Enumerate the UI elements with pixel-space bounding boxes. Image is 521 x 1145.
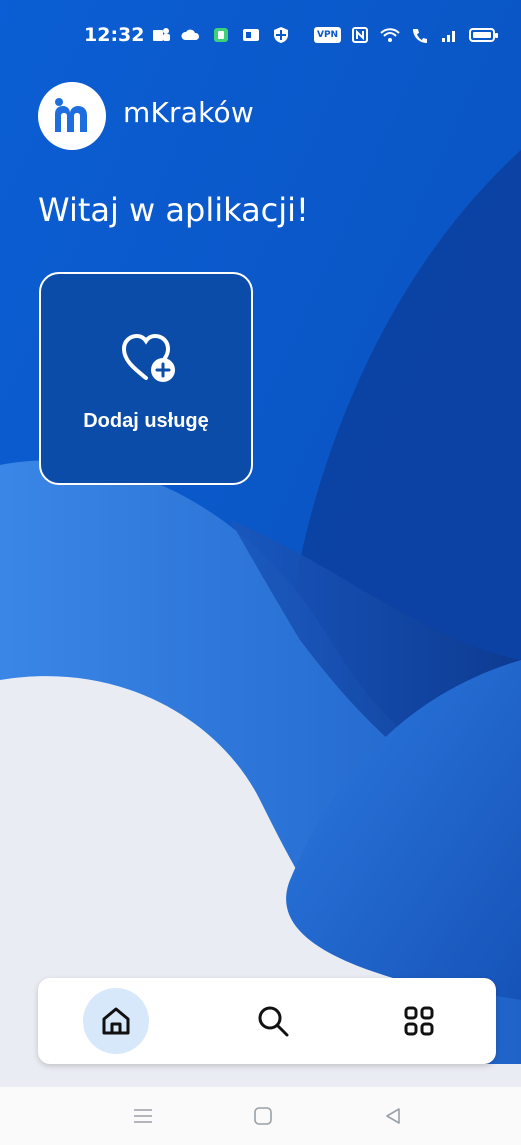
status-notification-icons: [150, 25, 292, 45]
background-waves: [0, 0, 521, 1145]
wifi-icon: [380, 28, 400, 42]
app-screen: 12:32 VPN mKraków Witaj w aplikacji! Dod…: [0, 0, 521, 1145]
app-green-icon: [214, 28, 228, 42]
call-signal-icon: [413, 29, 428, 43]
system-back-button[interactable]: [378, 1101, 408, 1131]
search-icon: [258, 1006, 289, 1037]
system-navigation-bar: [0, 1087, 521, 1145]
back-triangle-icon: [386, 1108, 400, 1124]
cell-signal-icon: [442, 31, 456, 42]
system-menu-button[interactable]: [128, 1101, 158, 1131]
grid-icon: [404, 1006, 434, 1036]
status-time: 12:32: [84, 24, 145, 46]
shield-icon: [274, 27, 288, 43]
battery-icon: [469, 28, 499, 42]
status-bar: 12:32 VPN: [0, 0, 521, 70]
nav-home-button[interactable]: [83, 988, 149, 1054]
home-icon: [102, 1007, 130, 1035]
nfc-icon: [352, 27, 369, 43]
menu-icon: [134, 1109, 152, 1123]
heart-plus-icon: [121, 333, 175, 382]
add-service-label: Dodaj usługę: [83, 410, 209, 432]
app-name: mKraków: [123, 96, 254, 129]
app-badge-icon: [243, 29, 259, 41]
home-square-icon: [254, 1107, 272, 1125]
bottom-navigation: [38, 978, 496, 1064]
system-home-button[interactable]: [248, 1101, 278, 1131]
nav-services-button[interactable]: [386, 988, 452, 1054]
nav-search-button[interactable]: [240, 988, 306, 1054]
welcome-heading: Witaj w aplikacji!: [38, 191, 309, 229]
add-service-card[interactable]: Dodaj usługę: [39, 272, 253, 485]
app-logo: [38, 82, 106, 150]
status-system-icons: VPN: [314, 25, 499, 45]
vpn-indicator: VPN: [314, 27, 342, 43]
m-logo-icon: [55, 98, 87, 132]
teams-icon: [153, 28, 170, 41]
cloud-icon: [181, 29, 200, 40]
